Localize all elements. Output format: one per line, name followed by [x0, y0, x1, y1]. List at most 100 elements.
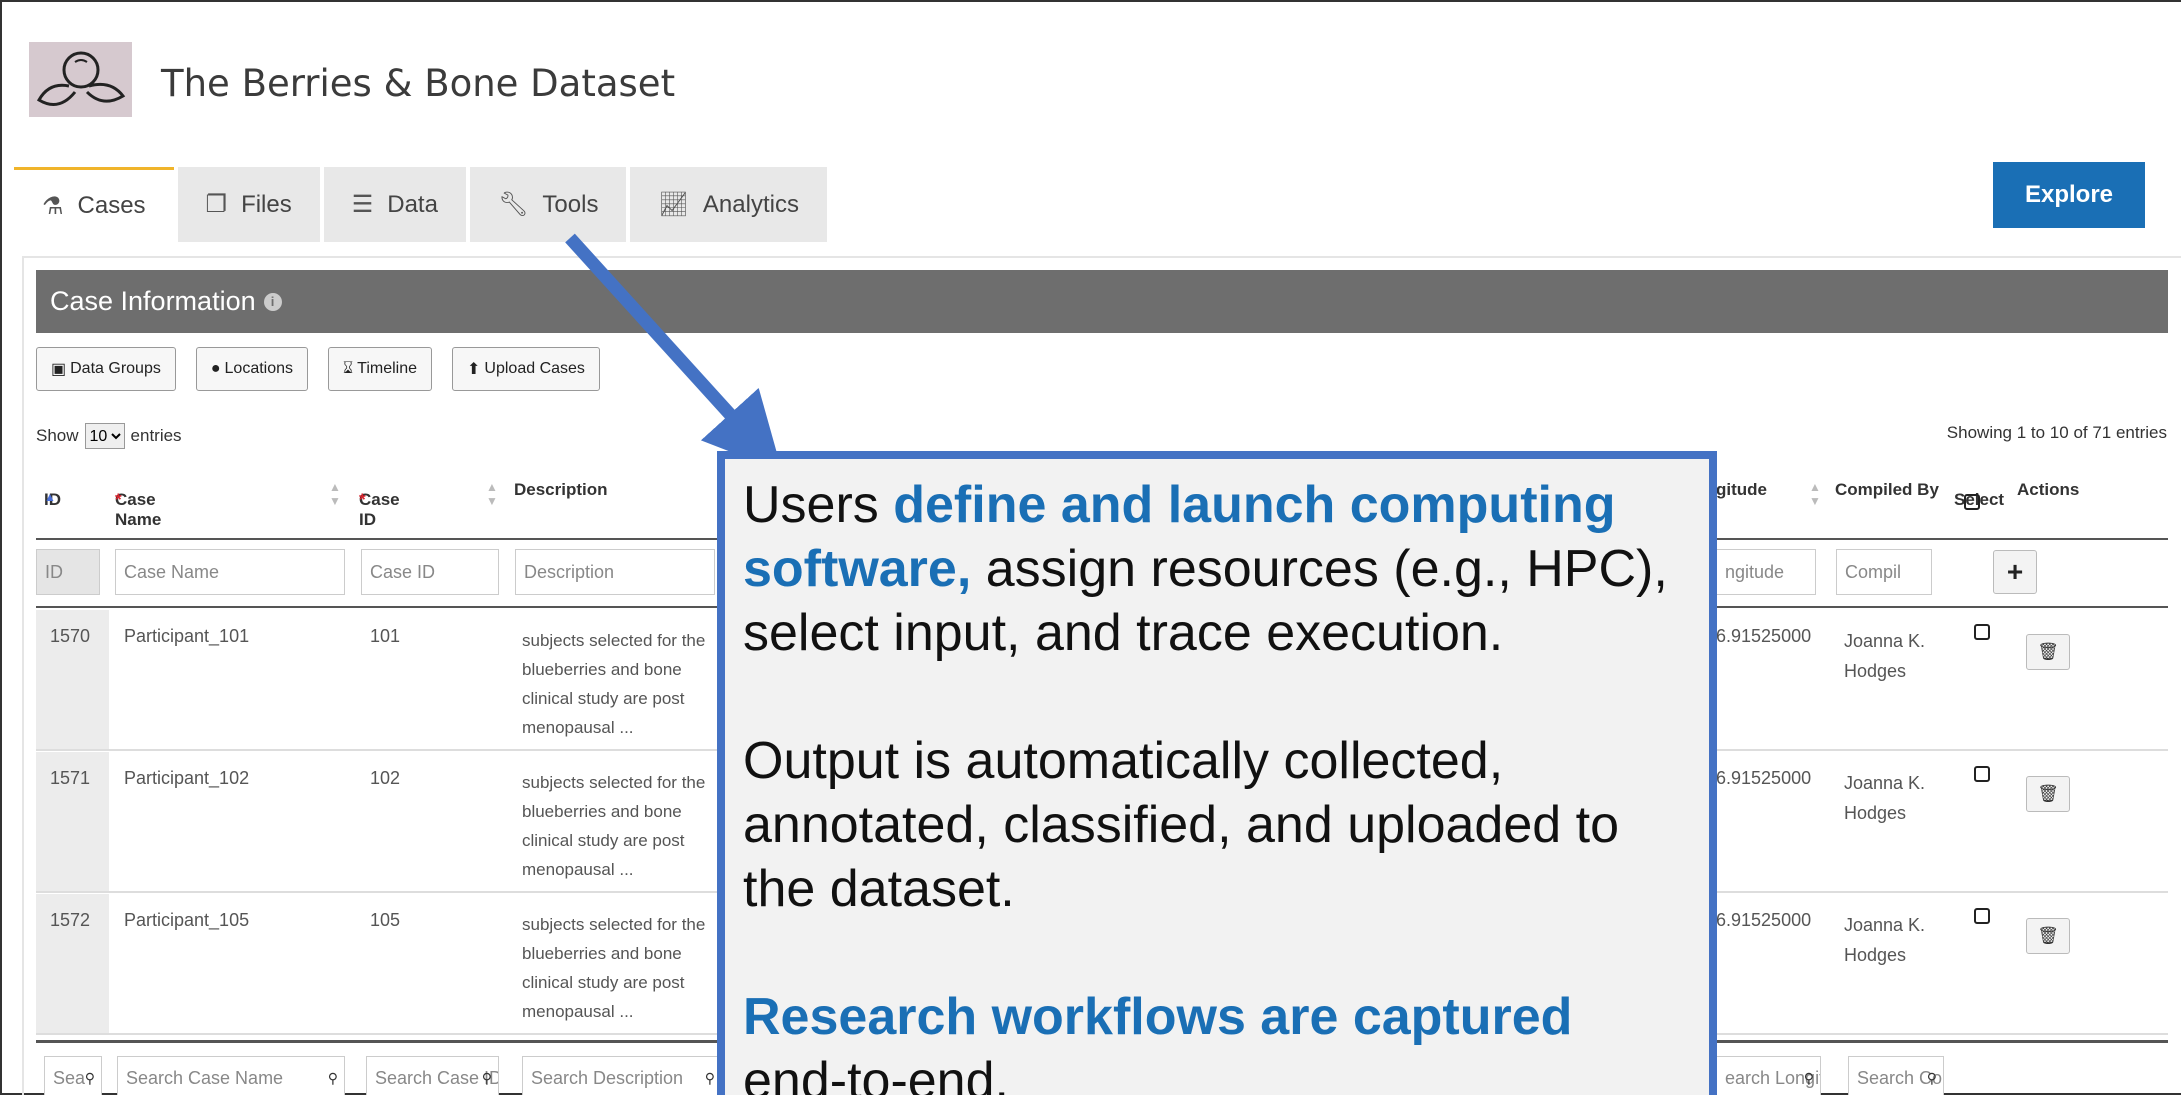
cell-id: 1572 — [50, 910, 91, 930]
row-select-checkbox[interactable] — [1974, 766, 1990, 782]
search-description-input[interactable]: Search Description ⚲ — [522, 1056, 722, 1095]
sort-icon: ▲ ▼ — [486, 480, 498, 508]
sort-icon: ▲ ▼ — [329, 480, 341, 508]
more-link[interactable]: ... — [619, 860, 633, 879]
database-icon: ☰ — [351, 191, 374, 218]
filter-case-name-input[interactable]: Case Name — [115, 549, 345, 595]
cell-longitude: 6.91525000 — [1716, 910, 1812, 930]
more-link[interactable]: ... — [619, 1002, 633, 1021]
tab-tools[interactable]: 🔧︎ Tools — [469, 167, 627, 242]
data-groups-button[interactable]: ▣ Data Groups — [36, 347, 176, 391]
delete-row-button[interactable]: 🗑︎ — [2026, 776, 2070, 812]
locations-button[interactable]: ● Locations — [195, 347, 309, 391]
select-all-checkbox[interactable] — [1964, 494, 1980, 510]
table-info: Showing 1 to 10 of 71 entries — [1946, 423, 2167, 442]
tab-label: Files — [241, 190, 292, 218]
cell-case-id: 105 — [370, 910, 401, 930]
description-text: subjects selected for the blueberries an… — [522, 773, 706, 879]
tab-analytics[interactable]: 📈︎ Analytics — [630, 167, 827, 242]
site-title: The Berries & Bone Dataset — [161, 62, 676, 105]
tab-files[interactable]: ❐ Files — [177, 167, 320, 242]
explore-button[interactable]: Explore — [1993, 162, 2145, 228]
col-description[interactable]: Description — [514, 480, 608, 500]
search-placeholder: Search Case ID — [375, 1067, 499, 1088]
files-icon: ❐ — [205, 191, 228, 218]
search-longitude-input[interactable]: earch Longit ⚲ — [1716, 1056, 1821, 1095]
compiled-by-line: Hodges — [1844, 661, 1907, 681]
tab-data[interactable]: ☰ Data — [323, 167, 466, 242]
delete-row-button[interactable]: 🗑︎ — [2026, 918, 2070, 954]
main-tabs: ⚗ Cases ❐ Files ☰ Data 🔧︎ Tools 📈︎ Analytics — [14, 167, 831, 242]
delete-row-button[interactable]: 🗑︎ — [2026, 634, 2070, 670]
search-placeholder: Search Description — [531, 1067, 684, 1088]
cell-case-name: Participant_102 — [124, 768, 250, 788]
hourglass-icon: ⌛︎ — [343, 360, 354, 377]
cell-case-id: 102 — [370, 768, 401, 788]
cell-id: 1571 — [50, 768, 91, 788]
callout-paragraph-1: Users define and launch computing softwa… — [743, 473, 1691, 665]
trash-icon: 🗑︎ — [2037, 642, 2059, 661]
row-select-checkbox[interactable] — [1974, 908, 1990, 924]
filter-id-input[interactable]: ID — [36, 549, 100, 595]
flask-icon: ⚗ — [42, 192, 64, 220]
col-compiled-by[interactable]: Compiled By — [1835, 480, 1939, 500]
row-select-checkbox[interactable] — [1974, 624, 1990, 640]
cell-description: subjects selected for the blueberries an… — [522, 768, 712, 884]
annotation-callout: Users define and launch computing softwa… — [717, 451, 1717, 1095]
cell-description: subjects selected for the blueberries an… — [522, 910, 712, 1026]
required-mark: * — [359, 490, 366, 509]
description-text: subjects selected for the blueberries an… — [522, 631, 706, 737]
button-label: Timeline — [357, 360, 418, 377]
more-link[interactable]: ... — [619, 718, 633, 737]
compiled-by-line: Hodges — [1844, 803, 1907, 823]
search-icon: ⚲ — [84, 1069, 95, 1086]
panel-toolbar: ▣ Data Groups ● Locations ⌛︎ Timeline ⬆ Uplo… — [36, 347, 610, 391]
search-compiled-by-input[interactable]: Search Co ⚲ — [1848, 1056, 1944, 1095]
button-label: Upload Cases — [484, 360, 585, 377]
col-actions: Actions — [2017, 480, 2080, 499]
search-icon: ⚲ — [1926, 1069, 1937, 1086]
cell-id: 1570 — [50, 626, 91, 646]
timeline-button[interactable]: ⌛︎ Timeline — [328, 347, 433, 391]
required-mark: * — [115, 490, 122, 509]
sort-icon: ▲ ▼ — [1809, 480, 1821, 508]
entries-label: entries — [130, 426, 182, 445]
callout-text: Users — [743, 476, 894, 534]
search-icon: ⚲ — [481, 1069, 492, 1086]
cell-description: subjects selected for the blueberries an… — [522, 626, 712, 742]
filter-longitude-input[interactable]: ngitude — [1716, 549, 1816, 595]
filter-case-id-input[interactable]: Case ID — [361, 549, 499, 595]
tab-label: Tools — [542, 190, 599, 218]
search-case-id-input[interactable]: Search Case ID ⚲ — [366, 1056, 499, 1095]
callout-paragraph-2: Output is automatically collected, annot… — [743, 732, 1620, 918]
add-case-button[interactable]: + — [1993, 550, 2037, 594]
col-longitude[interactable]: gitude — [1716, 480, 1767, 500]
cell-compiled-by: Joanna K. Hodges — [1844, 768, 1925, 828]
upload-icon: ⬆ — [467, 361, 481, 378]
compiled-by-line: Joanna K. — [1844, 631, 1926, 651]
search-placeholder: Search Case Name — [126, 1067, 284, 1088]
filter-description-input[interactable]: Description — [515, 549, 715, 595]
search-id-input[interactable]: Sea ⚲ — [44, 1056, 102, 1095]
search-case-name-input[interactable]: Search Case Name ⚲ — [117, 1056, 345, 1095]
filter-compiled-by-input[interactable]: Compil — [1836, 549, 1932, 595]
image-icon: ▣ — [51, 361, 67, 378]
cell-compiled-by: Joanna K. Hodges — [1844, 910, 1925, 970]
info-icon[interactable]: i — [263, 292, 282, 311]
cell-longitude: 6.91525000 — [1716, 768, 1812, 788]
button-label: Data Groups — [70, 360, 161, 377]
tab-cases[interactable]: ⚗ Cases — [14, 167, 174, 242]
compiled-by-line: Joanna K. — [1844, 773, 1926, 793]
callout-text: end-to-end. — [743, 1052, 1009, 1095]
page-length-select[interactable]: 10 — [84, 423, 125, 449]
search-placeholder: Sea — [53, 1067, 86, 1088]
search-icon: ⚲ — [704, 1069, 715, 1086]
panel-header: Case Information i — [36, 270, 2168, 333]
upload-cases-button[interactable]: ⬆ Upload Cases — [452, 347, 600, 391]
cell-compiled-by: Joanna K. Hodges — [1844, 626, 1925, 686]
compiled-by-line: Hodges — [1844, 945, 1907, 965]
wrench-icon: 🔧︎ — [497, 191, 529, 218]
search-icon: ⚲ — [1803, 1069, 1814, 1086]
